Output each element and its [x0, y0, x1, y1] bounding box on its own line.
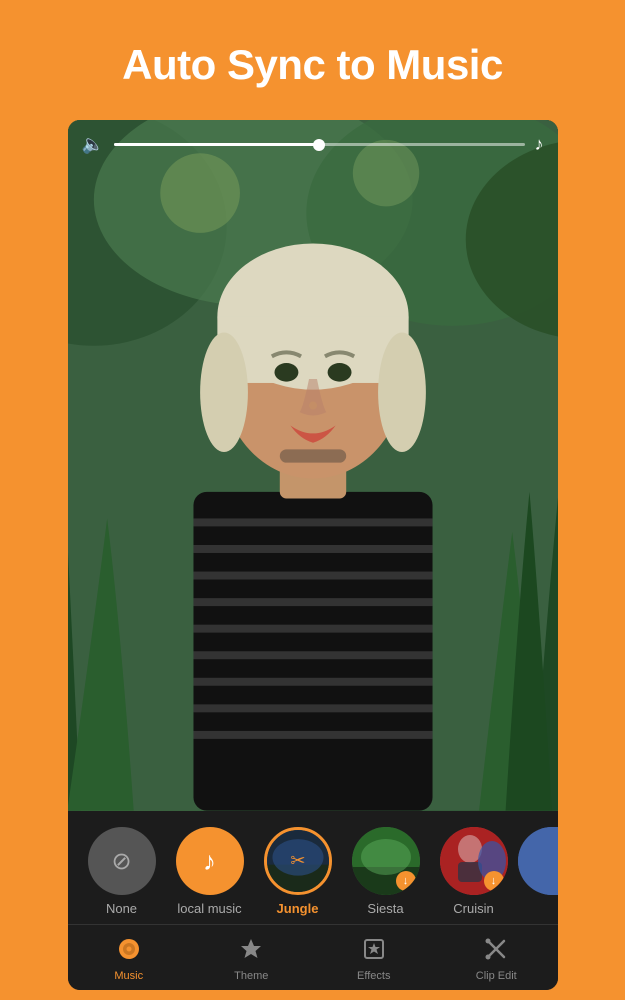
- download-icon: ↓: [403, 876, 409, 887]
- music-label-cruisin: Cruisin: [453, 901, 493, 916]
- progress-thumb: [313, 139, 325, 151]
- music-item-cruisin[interactable]: ↓ Cruisin: [430, 827, 518, 916]
- tab-theme[interactable]: Theme: [190, 933, 313, 986]
- music-circle-none: ⊘: [88, 827, 156, 895]
- music-tab-icon: [117, 937, 141, 967]
- tab-effects[interactable]: Effects: [313, 933, 436, 986]
- cruisin-download[interactable]: ↓: [484, 871, 504, 891]
- tab-label-clip-edit: Clip Edit: [476, 970, 517, 982]
- music-label-jungle: Jungle: [277, 901, 319, 916]
- none-icon: ⊘: [111, 847, 131, 876]
- app-header: Auto Sync to Music: [0, 0, 625, 120]
- photo-background: [68, 120, 558, 811]
- tab-label-effects: Effects: [357, 970, 390, 982]
- background-svg: [68, 120, 558, 811]
- theme-tab-icon: [239, 937, 263, 967]
- jungle-thumbnail: ✂: [267, 830, 329, 892]
- download-icon-2: ↓: [491, 876, 497, 887]
- music-circle-cruisin: ↓: [440, 827, 508, 895]
- music-item-local[interactable]: ♪ local music: [166, 827, 254, 916]
- music-item-siesta[interactable]: ↓ Siesta: [342, 827, 430, 916]
- music-circle-local: ♪: [176, 827, 244, 895]
- volume-icon: 🔈: [82, 134, 104, 155]
- tab-label-theme: Theme: [234, 970, 268, 982]
- effects-tab-icon: [362, 937, 386, 967]
- jungle-image: ✂: [267, 830, 329, 892]
- music-circle-partial: [518, 827, 558, 895]
- music-note-icon: ♪: [535, 134, 544, 155]
- local-music-icon: ♪: [203, 846, 216, 877]
- page-title: Auto Sync to Music: [122, 40, 503, 90]
- music-label-none: None: [106, 901, 137, 916]
- video-area[interactable]: 🔈 ♪: [68, 120, 558, 811]
- music-label-siesta: Siesta: [367, 901, 403, 916]
- music-label-local: local music: [177, 901, 241, 916]
- partial-thumbnail: [518, 827, 558, 895]
- tab-label-music: Music: [114, 970, 143, 982]
- progress-track[interactable]: [114, 143, 525, 146]
- tab-clip-edit[interactable]: Clip Edit: [435, 933, 558, 986]
- phone-container: 🔈 ♪ ⊘ None ♪ local music: [68, 120, 558, 990]
- progress-bar-overlay[interactable]: 🔈 ♪: [82, 134, 544, 155]
- music-item-none[interactable]: ⊘ None: [78, 827, 166, 916]
- bottom-panel: ⊘ None ♪ local music: [68, 811, 558, 924]
- svg-text:✂: ✂: [290, 849, 305, 870]
- siesta-download[interactable]: ↓: [396, 871, 416, 891]
- tab-music[interactable]: Music: [68, 933, 191, 986]
- music-circle-jungle: ✂: [264, 827, 332, 895]
- music-item-jungle[interactable]: ✂ Jungle: [254, 827, 342, 916]
- clip-edit-tab-icon: [484, 937, 508, 967]
- music-item-partial[interactable]: [518, 827, 558, 895]
- tab-bar: Music Theme Effects: [68, 924, 558, 990]
- music-circle-siesta: ↓: [352, 827, 420, 895]
- music-row: ⊘ None ♪ local music: [68, 827, 558, 916]
- progress-fill: [114, 143, 319, 146]
